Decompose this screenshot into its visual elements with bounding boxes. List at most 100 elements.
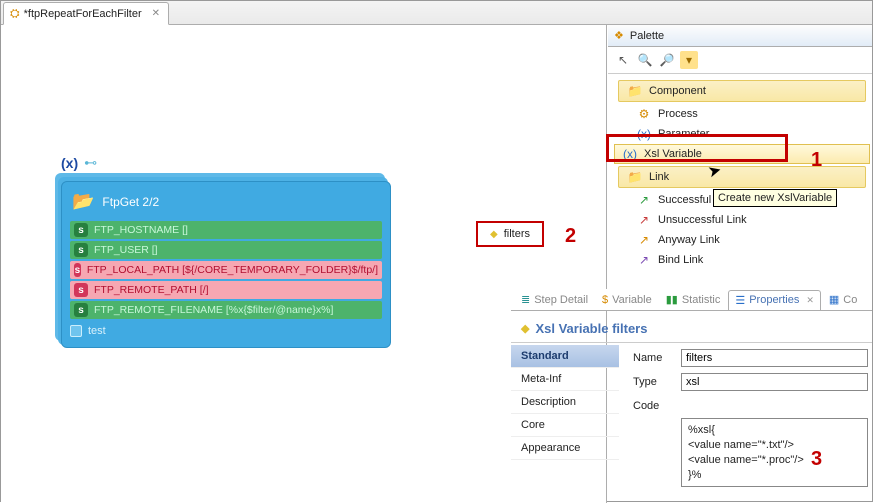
palette-view: ❖ Palette ↖ 🔍 🔎 ▾ 📁 Component ⚙ Process (x…: [608, 25, 872, 289]
card-param-row[interactable]: s FTP_REMOTE_FILENAME [%x{$filter/@name}x…: [70, 301, 382, 319]
name-input[interactable]: [681, 349, 868, 367]
drawer-label: Component: [649, 85, 706, 97]
arrow-icon: ↗: [636, 233, 652, 247]
filters-node[interactable]: ◆ filters: [476, 221, 544, 247]
tab-label: Variable: [612, 294, 652, 306]
drawer-label: Link: [649, 171, 669, 183]
properties-fields: Name Type Code %xsl{ <value name="*.txt"…: [621, 343, 872, 499]
field-label: Name: [633, 349, 675, 364]
param-label: FTP_LOCAL_PATH [${/CORE_TEMPORARY_FOLDER…: [87, 264, 378, 276]
var-icon: (x): [61, 155, 78, 171]
zoom-in-button[interactable]: 🔍: [636, 51, 654, 69]
type-input[interactable]: [681, 373, 868, 391]
zoom-out-button[interactable]: 🔎: [658, 51, 676, 69]
palette-title-bar: ❖ Palette: [608, 25, 872, 47]
palette-item-label: Process: [658, 108, 698, 120]
properties-header: ◆ Xsl Variable filters: [511, 311, 872, 343]
folder-icon: 📁: [627, 84, 643, 98]
drawer-link[interactable]: 📁 Link: [618, 166, 866, 188]
palette-item-process[interactable]: ⚙ Process: [614, 104, 870, 124]
editor-tab-bar: ⛭ *ftpRepeatForEachFilter ✕: [1, 1, 872, 25]
palette-item-unsuccessful-link[interactable]: ↗Unsuccessful Link: [614, 210, 870, 230]
arrow-icon: ↗: [636, 193, 652, 207]
pointer-tool-button[interactable]: ↖: [614, 51, 632, 69]
field-label: Type: [633, 373, 675, 388]
ftpget-card[interactable]: 📂 FtpGet 2/2 sFTP_HOSTNAME []sFTP_USER […: [61, 181, 391, 348]
field-code-box: %xsl{ <value name="*.txt"/> <value name=…: [633, 418, 868, 487]
field-label-spacer: [633, 418, 675, 421]
close-icon[interactable]: ✕: [806, 295, 814, 306]
palette-item-label: Xsl Variable: [644, 148, 702, 160]
palette-item-label: Anyway Link: [658, 234, 720, 246]
palette-title: Palette: [630, 30, 664, 42]
palette-item-label: Bind Link: [658, 254, 703, 266]
tab-variable[interactable]: $ Variable: [596, 291, 658, 309]
editor-tab[interactable]: ⛭ *ftpRepeatForEachFilter ✕: [3, 2, 169, 25]
card-param-row[interactable]: sFTP_HOSTNAME []: [70, 221, 382, 239]
param-badge-icon: s: [74, 223, 88, 237]
folder-icon: 📁: [627, 170, 643, 184]
palette-item-bind-link[interactable]: ↗ Bind Link: [614, 250, 870, 270]
properties-tab-bar: ≣Step Detail $ Variable ▮▮Statistic ☰ Propert…: [511, 289, 872, 311]
properties-header-label: Xsl Variable filters: [535, 321, 647, 336]
statistic-icon: ▮▮: [666, 293, 678, 306]
field-type: Type: [633, 373, 868, 391]
annotation-number-3: 3: [811, 448, 822, 471]
arrow-icon: ↗: [636, 253, 652, 267]
process-icon: ⚙: [636, 107, 652, 121]
annotation-number-1: 1: [811, 149, 822, 172]
folder-dropdown-button[interactable]: ▾: [680, 51, 698, 69]
category-standard[interactable]: Standard: [511, 345, 619, 368]
annotation-number-2: 2: [565, 225, 576, 248]
category-meta-inf[interactable]: Meta-Inf: [511, 368, 619, 391]
tab-label: Properties: [749, 294, 799, 306]
link-icon: ⊷: [84, 155, 97, 171]
param-label: FTP_REMOTE_FILENAME [%x{$filter/@name}x%…: [94, 304, 333, 316]
editor-tab-label: *ftpRepeatForEachFilter: [24, 8, 142, 20]
diamond-icon: ◆: [521, 322, 529, 335]
palette-item-anyway-link[interactable]: ↗ Anyway Link: [614, 230, 870, 250]
card-param-row[interactable]: s FTP_LOCAL_PATH [${/CORE_TEMPORARY_FOLDE…: [70, 261, 382, 279]
tab-statistic[interactable]: ▮▮Statistic: [660, 290, 727, 309]
category-core[interactable]: Core: [511, 414, 619, 437]
main-area: (x) ⊷ 📂 FtpGet 2/2 sFTP_HOSTNAME []sFTP_…: [1, 25, 872, 501]
card-param-row[interactable]: s FTP_REMOTE_PATH [/]: [70, 281, 382, 299]
card-footer-label: test: [88, 325, 106, 337]
properties-categories: StandardMeta-InfDescriptionCoreAppearanc…: [511, 343, 621, 499]
param-label: FTP_REMOTE_PATH [/]: [94, 284, 209, 296]
field-label: Code: [633, 397, 675, 412]
drawer-component[interactable]: 📁 Component: [618, 80, 866, 102]
category-appearance[interactable]: Appearance: [511, 437, 619, 460]
param-label: FTP_USER []: [94, 244, 158, 256]
tab-label: Co: [843, 294, 857, 306]
param-badge-icon: s: [74, 303, 88, 317]
palette-item-xsl-variable[interactable]: (x) Xsl Variable: [614, 144, 870, 164]
card-param-row[interactable]: s FTP_USER []: [70, 241, 382, 259]
tab-label: Step Detail: [534, 294, 588, 306]
code-textarea[interactable]: %xsl{ <value name="*.txt"/> <value name=…: [681, 418, 868, 487]
parameter-icon: (x): [636, 127, 652, 141]
palette-icon: ❖: [614, 29, 624, 42]
param-badge-icon: s: [74, 263, 81, 277]
field-code: Code: [633, 397, 868, 412]
tab-co[interactable]: ▦Co: [823, 290, 863, 309]
param-badge-icon: s: [74, 283, 88, 297]
palette-toolbar: ↖ 🔍 🔎 ▾: [608, 47, 872, 74]
properties-icon: ☰: [735, 294, 745, 307]
field-name: Name: [633, 349, 868, 367]
param-badge-icon: s: [74, 243, 88, 257]
card-title-label: FtpGet 2/2: [102, 195, 159, 209]
tooltip: Create new XslVariable: [713, 189, 837, 207]
ftpget-card-stack: 📂 FtpGet 2/2 sFTP_HOSTNAME []sFTP_USER […: [61, 181, 391, 348]
process-file-icon: ⛭: [10, 6, 20, 21]
tab-step-detail[interactable]: ≣Step Detail: [515, 290, 594, 309]
category-description[interactable]: Description: [511, 391, 619, 414]
variable-icon: $: [602, 294, 608, 306]
xsl-variable-icon: (x): [622, 147, 638, 161]
close-icon[interactable]: ✕: [152, 8, 160, 19]
palette-item-label: Parameter: [658, 128, 709, 140]
palette-item-parameter[interactable]: (x) Parameter: [614, 124, 870, 144]
card-title: 📂 FtpGet 2/2: [70, 188, 382, 219]
tooltip-text: Create new XslVariable: [718, 192, 832, 204]
tab-properties[interactable]: ☰ Properties ✕: [728, 290, 821, 311]
